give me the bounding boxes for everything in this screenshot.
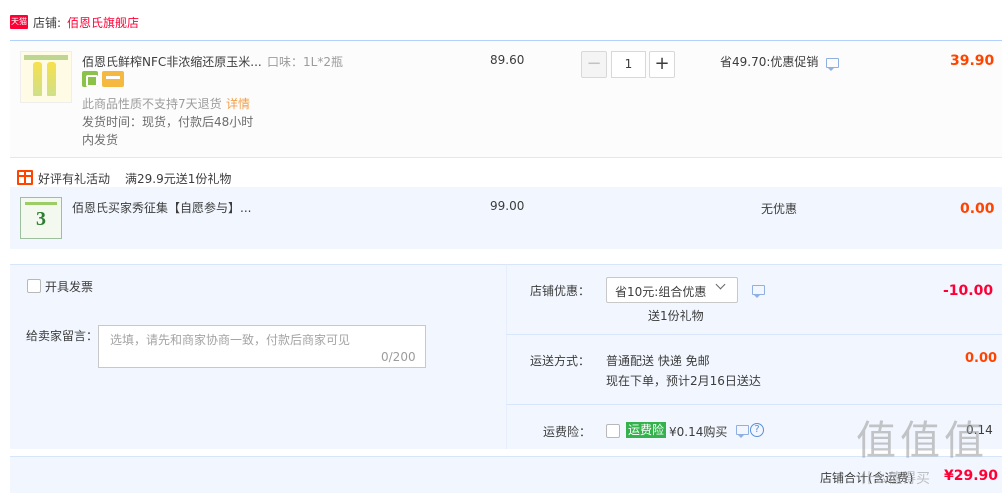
gift-thumbnail-number: 3 [36,208,46,230]
shop-discount-selected: 省10元:组合优惠 [615,285,707,299]
gift-item-row [10,187,1002,249]
gift-subtotal: 0.00 [960,201,995,217]
watermark-logo: 值值值 [856,418,988,464]
shop-name-link[interactable]: 佰恩氏旗舰店 [67,14,139,31]
insurance-tag: 运费险 [626,422,667,438]
shipping-value: 0.00 [965,351,998,366]
product-title-link[interactable]: 佰恩氏鲜榨NFC非浓缩还原玉米... [82,53,264,70]
gift-title-link[interactable]: 佰恩氏买家秀征集【自愿参与】... [72,199,251,216]
no-return-notice: 此商品性质不支持7天退货 [82,97,222,111]
increase-quantity-button[interactable]: + [649,51,675,78]
detail-link[interactable]: 详情 [226,95,250,112]
tmall-badge: 天猫 [10,15,28,29]
ship-time: 发货时间：现货，付款后48小时内发货 [82,115,254,147]
message-char-count: 0/200 [381,350,416,364]
message-placeholder: 选填，请先和商家协商一致，付款后商家可见 [110,333,351,347]
unit-price: 89.60 [490,53,525,67]
chat-icon[interactable] [826,58,839,71]
shipping-label: 运送方式： [530,354,591,368]
gift-activity-title: 好评有礼活动 [38,172,111,186]
shipping-method: 普通配送 快递 免邮 [606,354,710,368]
insurance-checkbox[interactable] [606,424,620,438]
shop-label: 店铺: [33,16,62,30]
shipping-eta: 现在下单，预计2月16日送达 [606,374,761,388]
shop-total-value: ¥29.90 [944,468,999,484]
help-icon[interactable]: ? [750,423,764,437]
shop-discount-panel [506,264,1002,334]
quantity-input[interactable]: 1 [611,51,646,78]
gift-thumbnail[interactable]: 3 [20,197,62,239]
chat-icon[interactable] [736,425,749,438]
discount-gift-note: 送1份礼物 [648,309,704,323]
decrease-quantity-button[interactable]: − [581,51,607,78]
item-subtotal: 39.90 [950,53,995,69]
product-sku: 口味：1L*2瓶 [267,55,343,69]
invoice-checkbox[interactable] [27,279,41,293]
product-thumbnail[interactable] [20,51,72,103]
watermark-text: 什么值得买 [860,471,930,487]
invoice-label[interactable]: 开具发票 [45,278,93,295]
insurance-label: 运费险： [543,425,592,439]
promo-text: 省49.70:优惠促销 [720,55,819,69]
gift-icon [17,170,33,185]
gift-activity-rule: 满29.9元送1份礼物 [125,172,232,186]
shop-discount-value: -10.00 [943,283,994,299]
shop-discount-label: 店铺优惠： [530,284,591,298]
gift-unit-price: 99.00 [490,199,525,213]
card-payment-icon [102,71,124,87]
shipping-panel [506,334,1002,404]
service-badge-icon [82,71,98,87]
insurance-price: ¥0.14购买 [669,425,728,439]
message-label: 给卖家留言： [26,329,99,343]
chat-icon[interactable] [752,285,765,298]
gift-promo: 无优惠 [761,202,798,216]
